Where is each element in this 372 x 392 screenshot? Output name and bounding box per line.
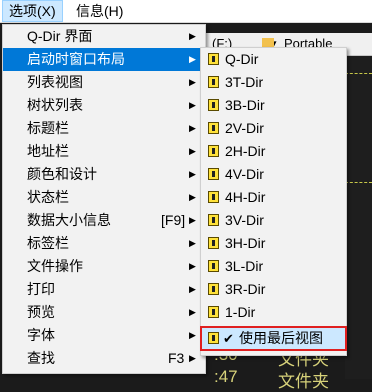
submenu-item-3l-dir[interactable]: 3L-Dir: [201, 255, 346, 278]
layout-icon: [208, 283, 219, 295]
submenu-item-4v-dir[interactable]: 4V-Dir: [201, 163, 346, 186]
layout-icon: [208, 76, 219, 88]
menu-item-colors-design[interactable]: 颜色和设计 ▶: [3, 163, 205, 186]
layout-icon: [208, 168, 219, 180]
layout-icon: [208, 122, 219, 134]
submenu-item-use-last-view[interactable]: ✔ 使用最后视图: [200, 326, 347, 351]
file-list-pane: [345, 56, 372, 379]
shortcut-label: [F9]: [161, 212, 186, 228]
menu-item-address-bar[interactable]: 地址栏 ▶: [3, 140, 205, 163]
submenu-item-q-dir[interactable]: Q-Dir: [201, 48, 346, 71]
layout-icon: [208, 53, 219, 65]
menu-item-find[interactable]: 查找 F3 ▶: [3, 347, 205, 370]
submenu-arrow-icon: ▶: [189, 261, 196, 271]
layout-icon: [208, 260, 219, 272]
layout-icon: [208, 214, 219, 226]
menu-options[interactable]: 选项(X): [2, 0, 63, 22]
menu-item-tab-bar[interactable]: 标签栏 ▶: [3, 232, 205, 255]
menu-item-list-view[interactable]: 列表视图 ▶: [3, 71, 205, 94]
layout-icon: [208, 99, 219, 111]
menu-item-file-operations[interactable]: 文件操作 ▶: [3, 255, 205, 278]
submenu-item-2v-dir[interactable]: 2V-Dir: [201, 117, 346, 140]
layout-icon: [208, 306, 219, 318]
submenu-item-3b-dir[interactable]: 3B-Dir: [201, 94, 346, 117]
submenu-arrow-icon: ▶: [189, 123, 196, 133]
options-menu: Q-Dir 界面 ▶ 启动时窗口布局 ▶ 列表视图 ▶ 树状列表 ▶ 标题栏 ▶…: [2, 24, 206, 374]
menu-item-status-bar[interactable]: 状态栏 ▶: [3, 186, 205, 209]
submenu-arrow-icon: ▶: [189, 353, 196, 363]
submenu-arrow-icon: ▶: [189, 330, 196, 340]
shortcut-label: F3: [168, 350, 185, 366]
submenu-arrow-icon: ▶: [189, 54, 196, 64]
menu-item-startup-layout[interactable]: 启动时窗口布局 ▶: [3, 48, 205, 71]
divider: [345, 182, 372, 183]
submenu-item-1-dir[interactable]: 1-Dir: [201, 301, 346, 324]
submenu-item-3t-dir[interactable]: 3T-Dir: [201, 71, 346, 94]
menu-item-tree-list[interactable]: 树状列表 ▶: [3, 94, 205, 117]
submenu-arrow-icon: ▶: [189, 215, 196, 225]
submenu-arrow-icon: ▶: [189, 169, 196, 179]
file-time: :47: [214, 367, 238, 386]
menu-bar: 选项(X) 信息(H): [0, 0, 372, 23]
submenu-arrow-icon: ▶: [189, 77, 196, 87]
submenu-item-3r-dir[interactable]: 3R-Dir: [201, 278, 346, 301]
submenu-item-2h-dir[interactable]: 2H-Dir: [201, 140, 346, 163]
submenu-arrow-icon: ▶: [189, 307, 196, 317]
layout-icon: [208, 191, 219, 203]
submenu-arrow-icon: ▶: [189, 284, 196, 294]
menu-item-data-size-info[interactable]: 数据大小信息 [F9] ▶: [3, 209, 205, 232]
submenu-item-3v-dir[interactable]: 3V-Dir: [201, 209, 346, 232]
layout-icon: [208, 145, 219, 157]
menu-item-font[interactable]: 字体 ▶: [3, 324, 205, 347]
menu-item-qdir-interface[interactable]: Q-Dir 界面 ▶: [3, 25, 205, 48]
menu-item-print[interactable]: 打印 ▶: [3, 278, 205, 301]
submenu-arrow-icon: ▶: [189, 238, 196, 248]
startup-layout-submenu: Q-Dir 3T-Dir 3B-Dir 2V-Dir 2H-Dir 4V-Dir…: [200, 47, 347, 356]
divider: [345, 73, 372, 74]
submenu-arrow-icon: ▶: [189, 31, 196, 41]
layout-icon: [208, 332, 219, 344]
submenu-item-3h-dir[interactable]: 3H-Dir: [201, 232, 346, 255]
submenu-arrow-icon: ▶: [189, 192, 196, 202]
submenu-arrow-icon: ▶: [189, 100, 196, 110]
submenu-arrow-icon: ▶: [189, 146, 196, 156]
checkmark-icon: ✔: [223, 331, 234, 346]
menu-item-title-bar[interactable]: 标题栏 ▶: [3, 117, 205, 140]
layout-icon: [208, 237, 219, 249]
menu-info[interactable]: 信息(H): [70, 0, 129, 22]
submenu-item-4h-dir[interactable]: 4H-Dir: [201, 186, 346, 209]
menu-item-preview[interactable]: 预览 ▶: [3, 301, 205, 324]
file-type: 文件夹: [278, 372, 329, 391]
